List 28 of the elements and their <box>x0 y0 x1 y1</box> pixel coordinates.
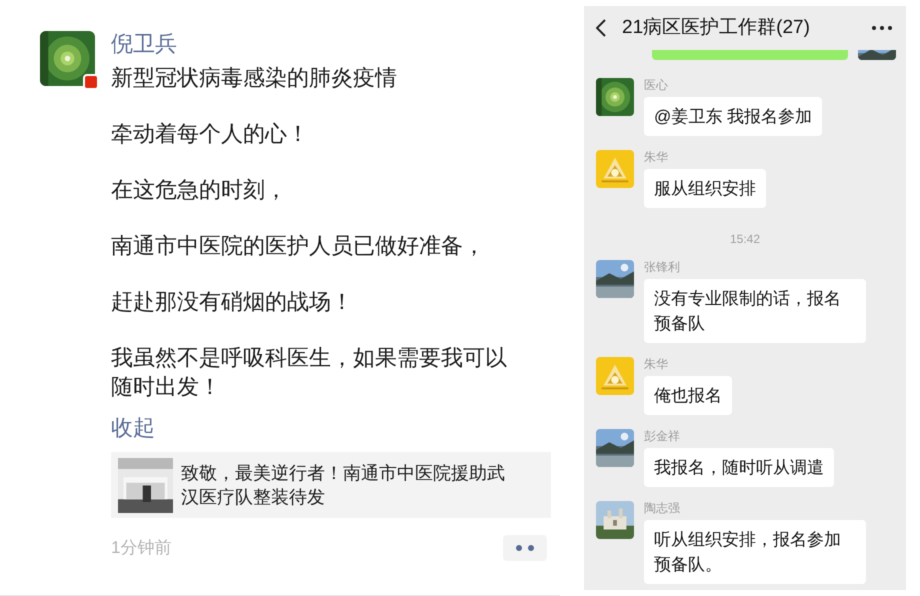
sender-name: 陶志强 <box>644 501 680 515</box>
link-title: 致敬，最美逆行者！南通市中医院援助武汉医疗队整装待发 <box>181 462 506 509</box>
shared-link-card[interactable]: 致敬，最美逆行者！南通市中医院援助武汉医疗队整装待发 <box>111 452 551 518</box>
flag-badge-icon <box>83 74 99 90</box>
sender-name: 朱华 <box>644 150 668 164</box>
post-paragraph: 牵动着每个人的心！ <box>111 120 310 148</box>
message-bubble: 俺也报名 <box>644 376 732 415</box>
author-name[interactable]: 倪卫兵 <box>111 31 177 57</box>
sender-name: 彭金祥 <box>644 429 680 443</box>
post-paragraph: 南通市中医院的医护人员已做好准备， <box>111 232 486 260</box>
sender-name: 朱华 <box>644 357 668 371</box>
timestamp: 15:42 <box>730 231 760 248</box>
collapse-link[interactable]: 收起 <box>111 414 155 442</box>
post-paragraph: 新型冠状病毒感染的肺炎疫情 <box>111 64 398 92</box>
sender-name: 张锋利 <box>644 260 680 274</box>
post-paragraph: 赶赴那没有硝烟的战场！ <box>111 288 354 316</box>
post-time: 1分钟前 <box>111 537 172 560</box>
post-paragraph: 在这危急的时刻， <box>111 176 288 204</box>
message-bubble: 我报名，随时听从调遣 <box>644 448 834 487</box>
more-button[interactable] <box>503 535 547 561</box>
message-bubble: 听从组织安排，报名参加预备队。 <box>644 520 866 584</box>
sender-name: 医心 <box>644 78 668 92</box>
post-paragraph: 我虽然不是呼吸科医生，如果需要我可以随时出发！ <box>111 344 508 401</box>
chat-title: 21病区医护工作群(27) <box>622 16 811 40</box>
dots-icon <box>514 545 536 551</box>
message-bubble: @姜卫东 我报名参加 <box>644 97 822 136</box>
message-bubble: 没有专业限制的话，报名预备队 <box>644 279 866 343</box>
message-bubble: 服从组织安排 <box>644 169 766 208</box>
